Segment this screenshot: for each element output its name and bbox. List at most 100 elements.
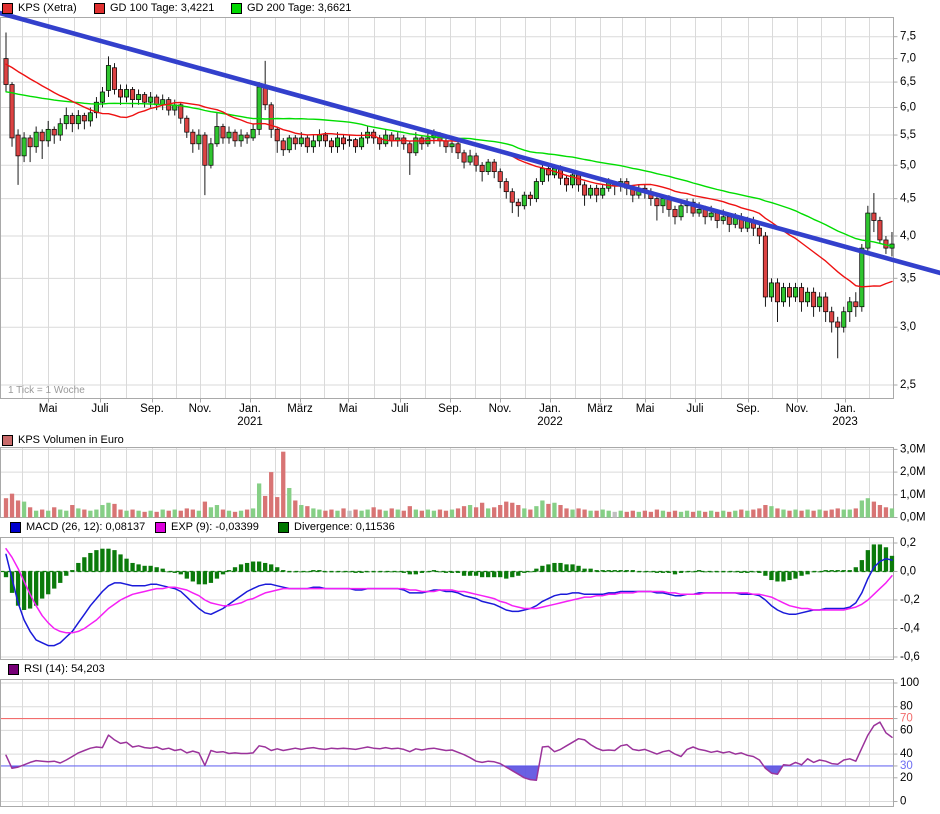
volume-bar xyxy=(335,511,339,518)
volume-bar xyxy=(703,512,707,518)
divergence-bar xyxy=(625,570,629,571)
candle-body xyxy=(480,165,484,171)
candle-body xyxy=(233,132,237,141)
candle-body xyxy=(118,89,122,97)
volume-bar xyxy=(462,506,466,517)
volume-bar xyxy=(456,508,460,517)
candle-body xyxy=(582,185,586,195)
divergence-bar xyxy=(691,572,695,573)
volume-bar xyxy=(450,510,454,518)
divergence-bar xyxy=(866,550,870,571)
candle-body xyxy=(311,141,315,147)
divergence-bar xyxy=(619,570,623,571)
svg-text:2,5: 2,5 xyxy=(900,379,916,391)
svg-text:Nov.: Nov. xyxy=(189,403,212,415)
volume-bar xyxy=(251,508,255,517)
candle-body xyxy=(450,144,454,147)
divergence-bar xyxy=(673,572,677,575)
volume-bar xyxy=(709,511,713,518)
divergence-bar xyxy=(305,572,309,573)
divergence-bar xyxy=(4,572,8,578)
volume-bar xyxy=(817,510,821,518)
volume-bar xyxy=(185,508,189,517)
volume-bar xyxy=(227,511,231,518)
divergence-bar xyxy=(582,569,586,572)
svg-text:2023: 2023 xyxy=(832,416,858,428)
svg-text:70: 70 xyxy=(900,713,913,725)
volume-bar xyxy=(76,508,80,517)
candle-body xyxy=(52,129,56,135)
divergence-bar xyxy=(805,572,809,575)
candle-body xyxy=(58,124,62,135)
volume-bar xyxy=(112,504,116,518)
candle-body xyxy=(275,129,279,141)
volume-bar xyxy=(685,511,689,518)
candle-body xyxy=(697,209,701,213)
volume-bar xyxy=(510,503,514,518)
volume-bar xyxy=(516,505,520,517)
divergence-bar xyxy=(46,572,50,595)
macd-swatch-icon xyxy=(10,522,21,533)
divergence-bar xyxy=(130,563,134,572)
volume-bar xyxy=(269,472,273,517)
volume-bar xyxy=(245,510,249,518)
divergence-bar xyxy=(769,572,773,581)
divergence-bar xyxy=(233,567,237,571)
volume-bar xyxy=(341,508,345,517)
volume-bar xyxy=(179,511,183,518)
volume-bar xyxy=(16,500,20,517)
divergence-bar xyxy=(733,572,737,573)
svg-text:4,5: 4,5 xyxy=(900,193,916,205)
volume-bar xyxy=(203,502,207,518)
divergence-bar xyxy=(534,569,538,572)
divergence-bar xyxy=(353,572,357,573)
divergence-bar xyxy=(637,572,641,573)
svg-text:3,0M: 3,0M xyxy=(900,443,926,455)
divergence-bar xyxy=(432,570,436,571)
candle-body xyxy=(811,292,815,307)
volume-bar xyxy=(402,511,406,518)
candle-body xyxy=(16,135,20,156)
symbol-swatch-icon xyxy=(2,3,13,14)
candle-body xyxy=(34,132,38,147)
divergence-bar xyxy=(546,564,550,571)
divergence-bar xyxy=(118,554,122,571)
legend-item-exp: EXP (9): -0,03399 xyxy=(155,520,259,534)
volume-bar xyxy=(365,510,369,518)
rsi-panel xyxy=(1,680,894,807)
divergence-bar xyxy=(848,570,852,571)
divergence-bar xyxy=(167,572,171,573)
x-axis: MaiJuliSep.Nov.Jan.2021MärzMaiJuliSep.No… xyxy=(39,399,858,429)
volume-bar xyxy=(305,506,309,517)
divergence-bar xyxy=(88,553,92,572)
divergence-bar xyxy=(860,560,864,571)
volume-bar xyxy=(878,505,882,517)
divergence-bar xyxy=(462,572,466,576)
volume-bar xyxy=(353,510,357,518)
symbol-label: KPS (Xetra) xyxy=(18,2,77,14)
volume-bar xyxy=(474,507,478,517)
volume-bar xyxy=(486,508,490,517)
divergence-bar xyxy=(570,564,574,571)
candle-body xyxy=(329,141,333,147)
volume-bar xyxy=(643,511,647,518)
volume-bar xyxy=(287,488,291,518)
candle-body xyxy=(842,312,846,327)
svg-text:7,5: 7,5 xyxy=(900,31,916,43)
volume-bar xyxy=(836,508,840,517)
svg-text:0,0: 0,0 xyxy=(900,566,916,578)
divergence-bar xyxy=(359,572,363,573)
legend-item-rsi: RSI (14): 54,203 xyxy=(8,662,105,676)
volume-bar xyxy=(468,505,472,517)
divergence-bar xyxy=(799,572,803,576)
volume-bar xyxy=(480,503,484,518)
divergence-bar xyxy=(34,572,38,606)
candle-body xyxy=(106,65,110,90)
candle-body xyxy=(781,288,785,302)
volume-bar xyxy=(148,511,152,518)
svg-text:6,5: 6,5 xyxy=(900,76,916,88)
candle-body xyxy=(836,322,840,327)
divergence-bar xyxy=(727,572,731,573)
trendline xyxy=(0,13,940,273)
macd-label: MACD (26, 12): 0,08137 xyxy=(26,521,145,533)
